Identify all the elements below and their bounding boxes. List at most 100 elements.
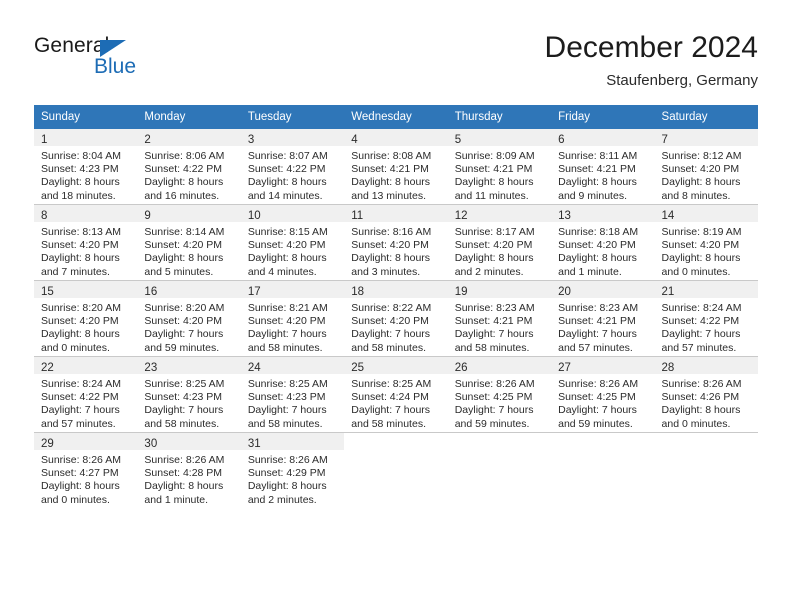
day-cell-details: Sunrise: 8:15 AM Sunset: 4:20 PM Daylight:… (241, 222, 344, 279)
daylight-text-line1: Daylight: 8 hours (661, 252, 741, 265)
calendar-day-cell[interactable]: 14 Sunrise: 8:19 AM Sunset: 4:20 PM Dayligh… (654, 204, 758, 281)
calendar-day-cell[interactable]: 9 Sunrise: 8:14 AM Sunset: 4:20 PM Daylight… (137, 204, 241, 281)
calendar-day-cell[interactable]: 21 Sunrise: 8:24 AM Sunset: 4:22 PM Dayligh… (654, 280, 758, 357)
day-number-band (344, 433, 447, 450)
daylight-text-line2: and 58 minutes. (247, 417, 323, 430)
calendar-day-cell[interactable]: 31 Sunrise: 8:26 AM Sunset: 4:29 PM Dayligh… (240, 432, 345, 508)
day-cell-details: Sunrise: 8:13 AM Sunset: 4:20 PM Daylight:… (34, 222, 137, 279)
calendar-body: 1 Sunrise: 8:04 AM Sunset: 4:23 PM Daylight… (34, 129, 758, 508)
day-number: 15 (41, 286, 54, 298)
calendar-day-cell[interactable]: 1 Sunrise: 8:04 AM Sunset: 4:23 PM Daylight… (34, 129, 138, 205)
day-number: 9 (144, 210, 151, 222)
day-number-band: 28 (654, 357, 758, 374)
calendar-day-cell[interactable]: 17 Sunrise: 8:21 AM Sunset: 4:20 PM Dayligh… (240, 280, 345, 357)
day-cell-inner: 15 Sunrise: 8:20 AM Sunset: 4:20 PM Dayligh… (34, 281, 138, 356)
sunset-text: Sunset: 4:20 PM (454, 239, 533, 252)
day-cell-inner: 27 Sunrise: 8:26 AM Sunset: 4:25 PM Dayligh… (551, 357, 655, 432)
calendar-day-cell[interactable]: 5 Sunrise: 8:09 AM Sunset: 4:21 PM Daylight… (447, 129, 552, 205)
day-number-band: 29 (34, 433, 138, 450)
day-cell-details: Sunrise: 8:04 AM Sunset: 4:23 PM Daylight:… (34, 146, 137, 203)
calendar-day-cell[interactable]: 28 Sunrise: 8:26 AM Sunset: 4:26 PM Dayligh… (654, 356, 758, 433)
daylight-text-line1: Daylight: 8 hours (351, 252, 431, 265)
weekday-header-sunday: Sunday (34, 105, 138, 129)
day-number-band: 25 (344, 357, 448, 374)
sunset-text: Sunset: 4:23 PM (247, 391, 326, 404)
day-cell-inner: 20 Sunrise: 8:23 AM Sunset: 4:21 PM Dayligh… (551, 281, 655, 356)
daylight-text-line1: Daylight: 8 hours (144, 480, 224, 493)
calendar-day-cell[interactable]: 10 Sunrise: 8:15 AM Sunset: 4:20 PM Dayligh… (240, 204, 345, 281)
calendar-day-cell[interactable]: 18 Sunrise: 8:22 AM Sunset: 4:20 PM Dayligh… (344, 280, 448, 357)
day-number: 10 (247, 210, 261, 222)
sunset-text: Sunset: 4:29 PM (247, 467, 326, 480)
calendar-day-cell[interactable]: 22 Sunrise: 8:24 AM Sunset: 4:22 PM Dayligh… (34, 356, 138, 433)
daylight-text-line1: Daylight: 7 hours (351, 328, 431, 341)
calendar-day-cell[interactable]: 12 Sunrise: 8:17 AM Sunset: 4:20 PM Dayligh… (447, 204, 552, 281)
day-cell-details (344, 450, 447, 454)
calendar-day-cell[interactable]: 4 Sunrise: 8:08 AM Sunset: 4:21 PM Daylight… (344, 129, 448, 205)
daylight-text-line2: and 18 minutes. (41, 189, 116, 202)
day-cell-inner: 28 Sunrise: 8:26 AM Sunset: 4:26 PM Dayligh… (654, 357, 758, 432)
calendar-day-cell[interactable]: 8 Sunrise: 8:13 AM Sunset: 4:20 PM Daylight… (34, 204, 138, 281)
daylight-text-line2: and 57 minutes. (41, 417, 116, 430)
general-blue-logo[interactable]: General Blue (34, 34, 214, 90)
calendar-day-cell[interactable]: 19 Sunrise: 8:23 AM Sunset: 4:21 PM Dayligh… (447, 280, 552, 357)
day-cell-inner: 14 Sunrise: 8:19 AM Sunset: 4:20 PM Dayligh… (654, 205, 758, 280)
title-block: December 2024 Staufenberg, Germany (545, 30, 758, 91)
calendar-day-cell[interactable]: 6 Sunrise: 8:11 AM Sunset: 4:21 PM Daylight… (551, 129, 655, 205)
calendar-day-cell[interactable]: 16 Sunrise: 8:20 AM Sunset: 4:20 PM Dayligh… (137, 280, 241, 357)
daylight-text-line2: and 13 minutes. (351, 189, 426, 202)
sunrise-text: Sunrise: 8:26 AM (247, 454, 328, 466)
calendar-day-cell[interactable]: 30 Sunrise: 8:26 AM Sunset: 4:28 PM Dayligh… (137, 432, 241, 508)
day-number: 14 (661, 210, 675, 222)
day-cell-details: Sunrise: 8:20 AM Sunset: 4:20 PM Daylight:… (137, 298, 240, 355)
page-subtitle-location: Staufenberg, Germany (606, 72, 758, 89)
calendar-day-cell[interactable]: 23 Sunrise: 8:25 AM Sunset: 4:23 PM Dayligh… (137, 356, 241, 433)
day-number-band: 31 (240, 433, 345, 450)
sunset-text: Sunset: 4:25 PM (558, 391, 636, 404)
day-cell-details: Sunrise: 8:26 AM Sunset: 4:28 PM Daylight:… (137, 450, 240, 507)
calendar-day-cell[interactable]: 13 Sunrise: 8:18 AM Sunset: 4:20 PM Dayligh… (551, 204, 655, 281)
day-cell-inner: 5 Sunrise: 8:09 AM Sunset: 4:21 PM Daylight… (447, 129, 552, 204)
sunrise-text: Sunrise: 8:16 AM (351, 226, 432, 238)
day-cell-details: Sunrise: 8:26 AM Sunset: 4:25 PM Daylight:… (448, 374, 551, 431)
sunrise-text: Sunrise: 8:25 AM (144, 378, 225, 390)
day-cell-details: Sunrise: 8:07 AM Sunset: 4:22 PM Daylight:… (241, 146, 344, 203)
day-cell-inner: 29 Sunrise: 8:26 AM Sunset: 4:27 PM Dayligh… (34, 433, 138, 508)
calendar-day-cell[interactable]: 24 Sunrise: 8:25 AM Sunset: 4:23 PM Dayligh… (240, 356, 345, 433)
calendar-day-cell[interactable]: 26 Sunrise: 8:26 AM Sunset: 4:25 PM Dayligh… (447, 356, 552, 433)
day-number: 8 (41, 210, 48, 222)
day-cell-details (448, 450, 551, 454)
day-number-band: 18 (344, 281, 448, 298)
calendar-day-cell[interactable]: 29 Sunrise: 8:26 AM Sunset: 4:27 PM Dayligh… (34, 432, 138, 508)
sunrise-text: Sunrise: 8:25 AM (351, 378, 432, 390)
day-number-band: 23 (137, 357, 241, 374)
day-cell-inner: 23 Sunrise: 8:25 AM Sunset: 4:23 PM Dayligh… (137, 357, 241, 432)
day-cell-details: Sunrise: 8:21 AM Sunset: 4:20 PM Daylight:… (241, 298, 344, 355)
day-cell-inner: 6 Sunrise: 8:11 AM Sunset: 4:21 PM Daylight… (551, 129, 655, 204)
day-number-band: 4 (344, 129, 448, 146)
calendar-day-cell[interactable]: 25 Sunrise: 8:25 AM Sunset: 4:24 PM Dayligh… (344, 356, 448, 433)
calendar-page: General Blue December 2024 Staufenberg, … (0, 0, 792, 612)
sunset-text: Sunset: 4:20 PM (661, 239, 740, 252)
sunset-text: Sunset: 4:22 PM (41, 391, 119, 404)
day-cell-details: Sunrise: 8:25 AM Sunset: 4:23 PM Daylight:… (137, 374, 240, 431)
calendar-day-cell[interactable]: 11 Sunrise: 8:16 AM Sunset: 4:20 PM Dayligh… (344, 204, 448, 281)
daylight-text-line2: and 0 minutes. (661, 417, 731, 430)
calendar-day-cell[interactable]: 3 Sunrise: 8:07 AM Sunset: 4:22 PM Daylight… (240, 129, 345, 205)
calendar-day-cell[interactable]: 27 Sunrise: 8:26 AM Sunset: 4:25 PM Dayligh… (551, 356, 655, 433)
day-cell-inner: 13 Sunrise: 8:18 AM Sunset: 4:20 PM Dayligh… (551, 205, 655, 280)
calendar-day-cell[interactable]: 20 Sunrise: 8:23 AM Sunset: 4:21 PM Dayligh… (551, 280, 655, 357)
sunrise-text: Sunrise: 8:26 AM (454, 378, 535, 390)
day-cell-details: Sunrise: 8:25 AM Sunset: 4:23 PM Daylight:… (241, 374, 344, 431)
calendar-day-cell[interactable]: 2 Sunrise: 8:06 AM Sunset: 4:22 PM Daylight… (137, 129, 241, 205)
calendar-day-cell[interactable]: 7 Sunrise: 8:12 AM Sunset: 4:20 PM Daylight… (654, 129, 758, 205)
sunrise-text: Sunrise: 8:23 AM (558, 302, 639, 314)
sunset-text: Sunset: 4:28 PM (144, 467, 223, 480)
daylight-text-line2: and 11 minutes. (454, 189, 529, 202)
day-cell-details: Sunrise: 8:17 AM Sunset: 4:20 PM Daylight:… (448, 222, 551, 279)
sunrise-text: Sunrise: 8:25 AM (247, 378, 328, 390)
calendar-day-cell[interactable]: 15 Sunrise: 8:20 AM Sunset: 4:20 PM Dayligh… (34, 280, 138, 357)
sunset-text: Sunset: 4:20 PM (351, 239, 429, 252)
day-number: 22 (41, 362, 54, 374)
day-number-band: 22 (34, 357, 138, 374)
